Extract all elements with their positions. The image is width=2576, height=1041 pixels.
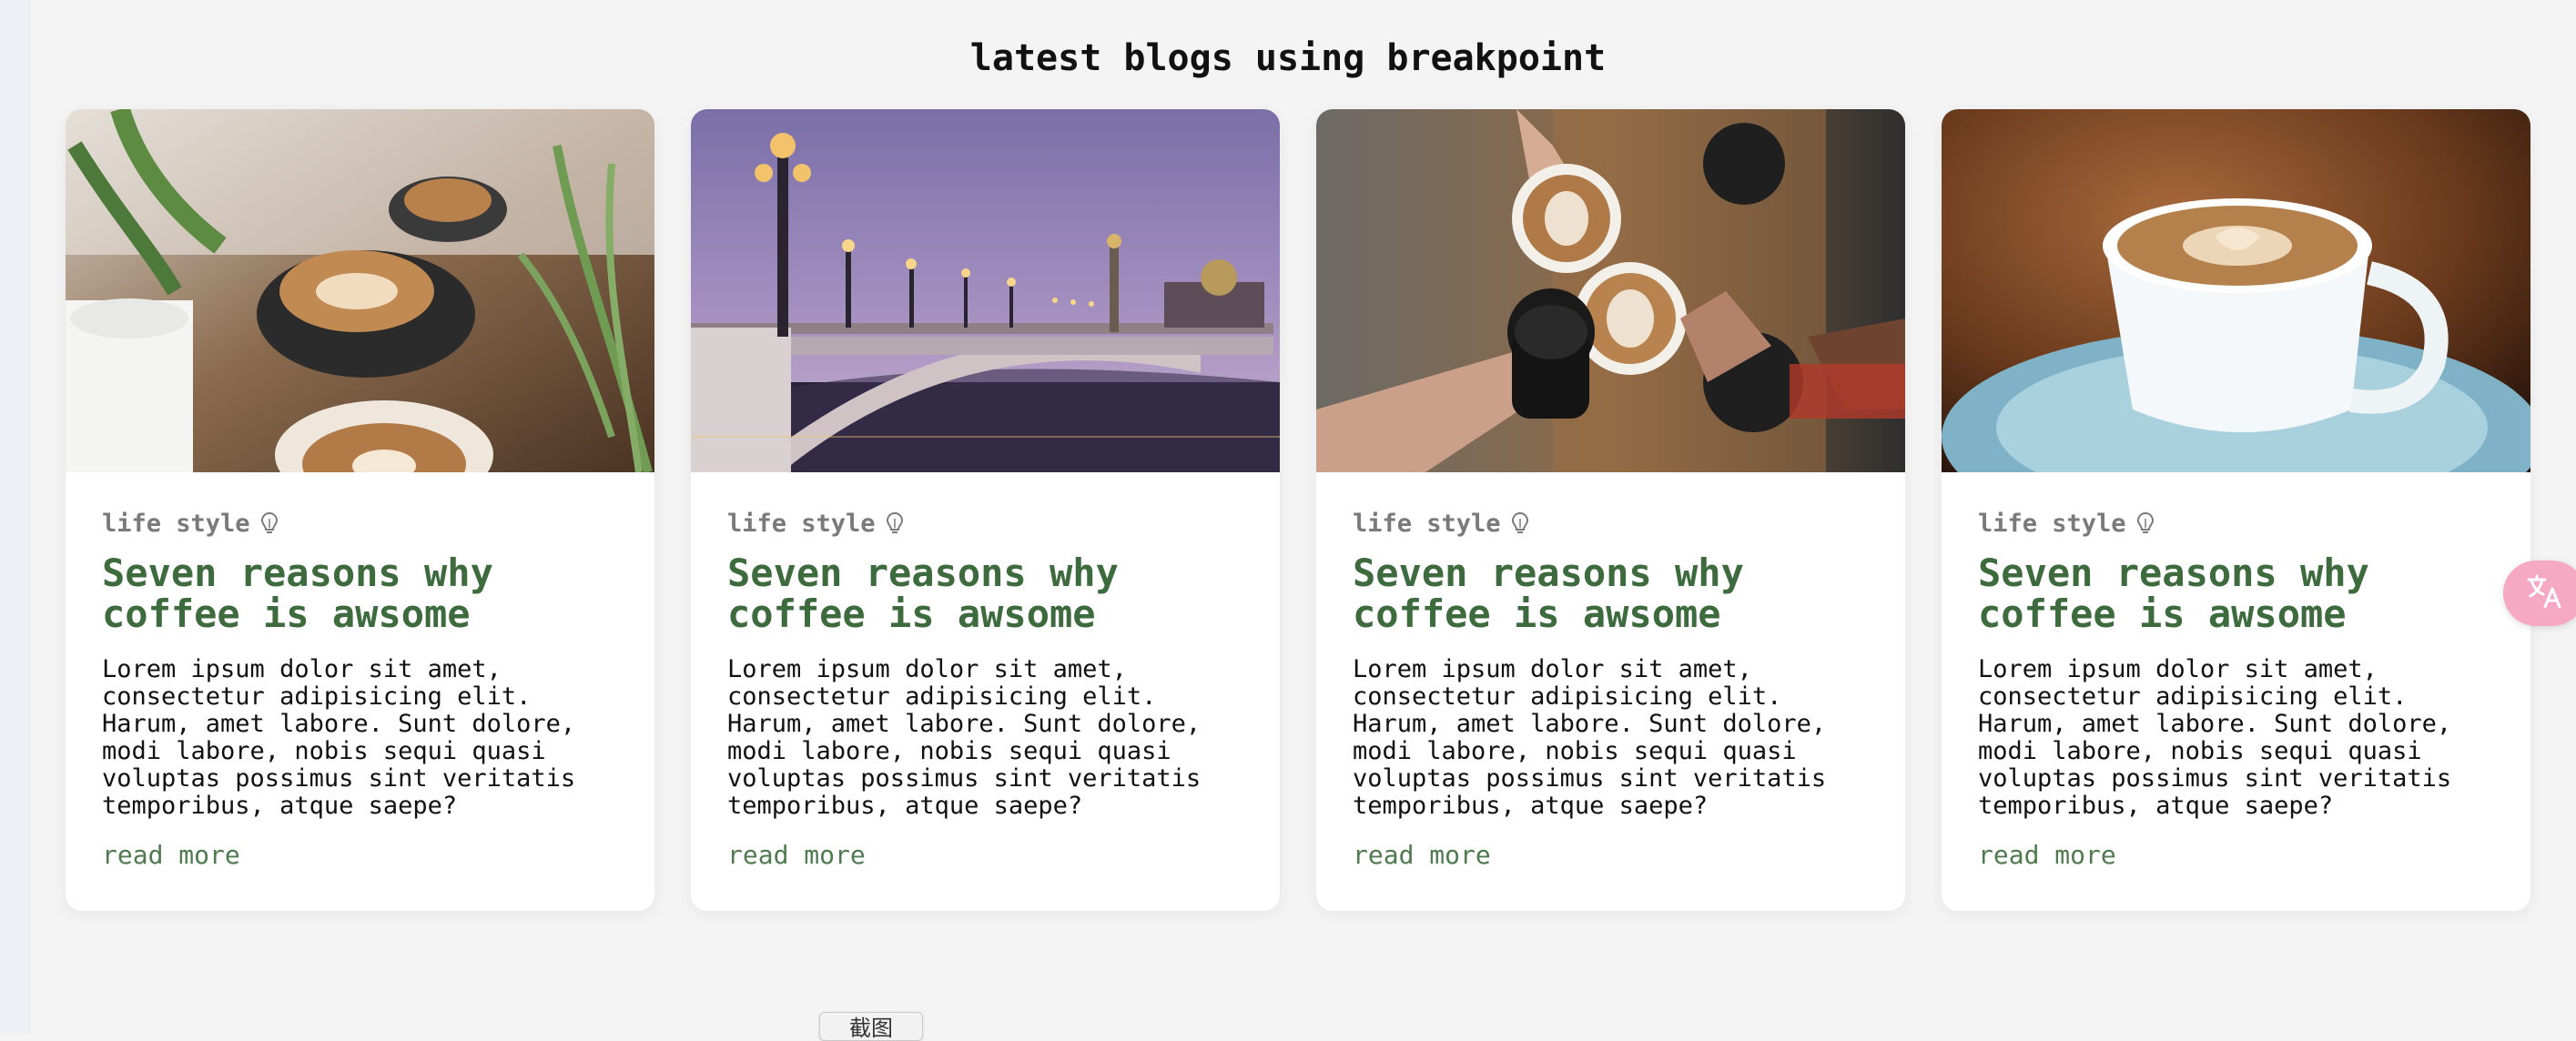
card-excerpt: Lorem ipsum dolor sit amet, consectetur … [102,655,576,820]
blog-card: life style Seven reasons why coffee is a… [1316,109,1905,911]
read-more-link[interactable]: read more [1978,840,2116,871]
card-category: life style [1978,509,2494,540]
lightbulb-icon [260,512,278,536]
lightbulb-icon [1511,512,1528,536]
translate-icon [2525,572,2563,614]
translate-button[interactable] [2503,561,2576,626]
card-title: Seven reasons why coffee is awsome [1353,551,1744,636]
card-title: Seven reasons why coffee is awsome [1978,551,2369,636]
coffee-latte-plants-photo [66,109,654,472]
category-label: life style [1978,510,2126,538]
category-label: life style [102,510,250,538]
card-title: Seven reasons why coffee is awsome [727,551,1119,636]
card-excerpt: Lorem ipsum dolor sit amet, consectetur … [1353,655,1827,820]
read-more-link[interactable]: read more [727,840,866,871]
left-edge-rail [0,0,30,1034]
card-title: Seven reasons why coffee is awsome [102,551,493,636]
page-title: latest blogs using breakpoint [969,37,1607,79]
card-image[interactable] [691,109,1280,472]
card-image[interactable] [66,109,654,472]
blog-card: life style Seven reasons why coffee is a… [66,109,654,911]
card-excerpt: Lorem ipsum dolor sit amet, consectetur … [1978,655,2452,820]
blog-cards-row: life style Seven reasons why coffee is a… [66,109,2530,911]
category-label: life style [727,510,876,538]
blog-card: life style Seven reasons why coffee is a… [1942,109,2530,911]
read-more-link[interactable]: read more [102,840,240,871]
card-image[interactable] [1942,109,2530,472]
paris-bridge-dusk-photo [691,109,1280,472]
lightbulb-icon [886,512,903,536]
card-excerpt: Lorem ipsum dolor sit amet, consectetur … [727,655,1202,820]
category-label: life style [1353,510,1501,538]
latte-cup-saucer-photo [1942,109,2530,472]
blog-card: life style Seven reasons why coffee is a… [691,109,1280,911]
card-image[interactable] [1316,109,1905,472]
card-category: life style [102,509,618,540]
screenshot-button[interactable]: 截图 [819,1012,923,1041]
read-more-link[interactable]: read more [1353,840,1491,871]
card-category: life style [727,509,1243,540]
card-category: life style [1353,509,1869,540]
lightbulb-icon [2136,512,2154,536]
coffee-cheers-hands-photo [1316,109,1905,472]
